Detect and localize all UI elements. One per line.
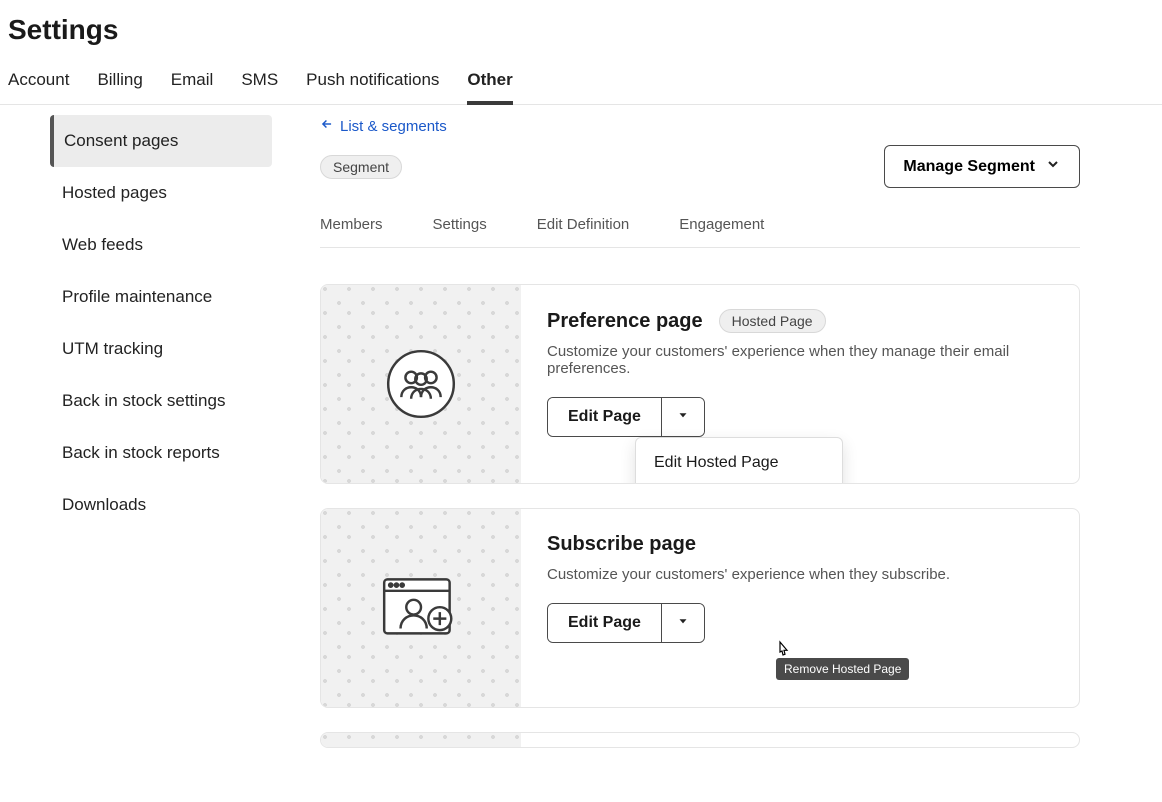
top-tabs: Account Billing Email SMS Push notificat… [0,54,1162,105]
edit-page-dropdown-toggle[interactable] [661,398,704,436]
sidebar-item-profile-maintenance[interactable]: Profile maintenance [50,271,272,323]
sidebar-item-bis-settings[interactable]: Back in stock settings [50,375,272,427]
sidebar: Consent pages Hosted pages Web feeds Pro… [0,105,280,802]
sub-tab-members[interactable]: Members [320,216,383,233]
sidebar-item-consent-pages[interactable]: Consent pages [50,115,272,167]
caret-down-icon [676,614,690,632]
manage-segment-button[interactable]: Manage Segment [884,145,1080,188]
tooltip: Remove Hosted Page [776,658,909,680]
sidebar-item-utm-tracking[interactable]: UTM tracking [50,323,272,375]
card-title: Subscribe page [547,533,696,556]
tab-sms[interactable]: SMS [241,62,278,104]
card-description: Customize your customers' experience whe… [547,343,1053,377]
page-title: Settings [0,0,1162,54]
card-description: Customize your customers' experience whe… [547,566,1053,583]
sub-tab-settings[interactable]: Settings [433,216,487,233]
caret-down-icon [676,408,690,426]
edit-page-button-2[interactable]: Edit Page [548,604,661,642]
main-content: List & segments Segment Manage Segment M… [280,105,1120,802]
edit-page-button[interactable]: Edit Page [548,398,661,436]
partial-card [320,732,1080,748]
tab-push[interactable]: Push notifications [306,62,439,104]
back-link-label: List & segments [340,118,447,135]
tab-account[interactable]: Account [8,62,69,104]
sub-tabs: Members Settings Edit Definition Engagem… [320,208,1080,248]
manage-segment-label: Manage Segment [903,158,1035,176]
edit-page-dropdown-toggle-2[interactable] [661,604,704,642]
partial-icon [321,733,521,747]
people-icon [321,285,521,483]
sidebar-item-bis-reports[interactable]: Back in stock reports [50,427,272,479]
edit-page-split-button: Edit Page [547,397,705,437]
chevron-down-icon [1045,156,1061,177]
segment-chip: Segment [320,155,402,179]
arrow-left-icon [320,117,334,135]
tab-email[interactable]: Email [171,62,214,104]
sidebar-item-downloads[interactable]: Downloads [50,479,272,531]
card-title: Preference page [547,310,703,333]
edit-page-dropdown-menu: Edit Hosted Page Preview Hosted Page Rem… [635,437,843,484]
back-link[interactable]: List & segments [320,117,447,135]
dd-edit-hosted-page[interactable]: Edit Hosted Page [636,438,842,484]
tab-other[interactable]: Other [467,62,512,104]
preference-page-card: Preference page Hosted Page Customize yo… [320,284,1080,484]
sub-tab-engagement[interactable]: Engagement [679,216,764,233]
sub-tab-edit-definition[interactable]: Edit Definition [537,216,630,233]
hosted-page-badge: Hosted Page [719,309,826,333]
subscribe-page-card: Subscribe page Customize your customers'… [320,508,1080,708]
sidebar-item-hosted-pages[interactable]: Hosted pages [50,167,272,219]
tab-billing[interactable]: Billing [97,62,142,104]
subscribe-icon [321,509,521,707]
sidebar-item-web-feeds[interactable]: Web feeds [50,219,272,271]
edit-page-split-button-2: Edit Page [547,603,705,643]
